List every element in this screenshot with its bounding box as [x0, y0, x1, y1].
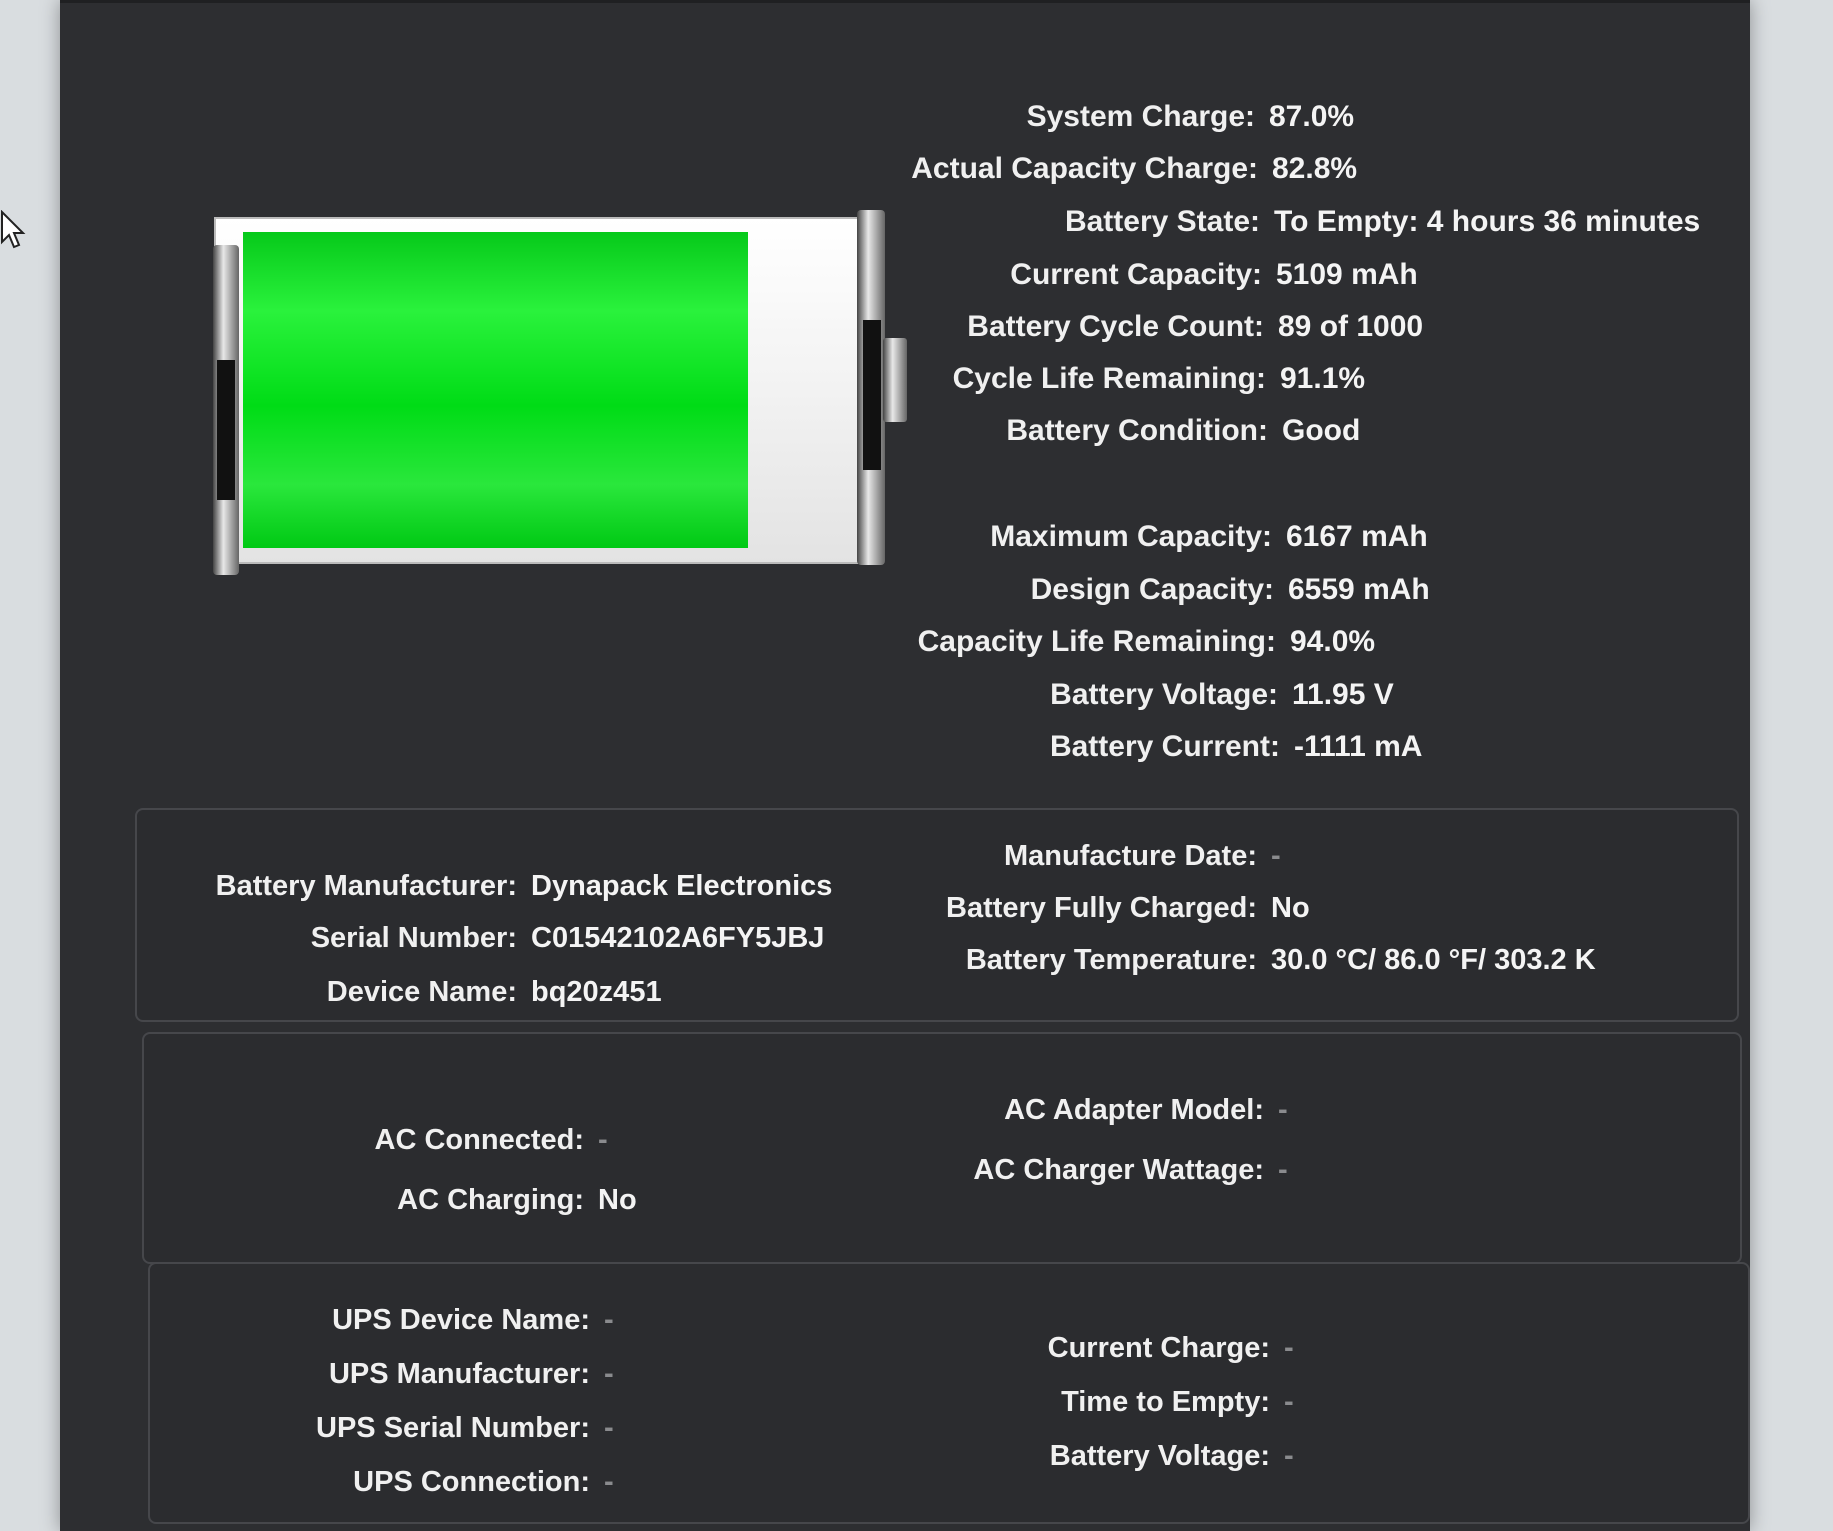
ups-detail-row: Battery Voltage: - [850, 1440, 1294, 1473]
ups-detail-row: UPS Device Name: - [190, 1304, 614, 1337]
battery-detail-row-label: Battery Fully Charged: [946, 892, 1257, 924]
summary-row-label: System Charge: [1026, 100, 1255, 133]
ac-detail-row-label: AC Charging: [397, 1184, 584, 1216]
capacity-row-value: 11.95 V [1292, 678, 1394, 711]
ups-detail-row: UPS Manufacturer: - [190, 1358, 614, 1391]
summary-row: Cycle Life Remaining: 91.1% [766, 362, 1365, 396]
summary-row-value: 91.1% [1280, 362, 1366, 395]
summary-row-value: 82.8% [1272, 152, 1358, 185]
capacity-row: Design Capacity: 6559 mAh [774, 573, 1430, 607]
battery-detail-row: Device Name: bq20z451 [157, 976, 662, 1009]
ac-detail-row-label: AC Connected: [374, 1124, 584, 1156]
ac-detail-row-value: - [1278, 1154, 1288, 1186]
summary-row-label: Actual Capacity Charge: [911, 152, 1258, 185]
ups-panel: UPS Device Name: - UPS Manufacturer: - UPS S… [148, 1262, 1750, 1524]
capacity-row-value: 6559 mAh [1288, 573, 1430, 606]
battery-details-panel: Battery Manufacturer: Dynapack Electronic… [135, 808, 1739, 1022]
summary-row-value: To Empty: 4 hours 36 minutes [1274, 205, 1701, 238]
capacity-row: Battery Voltage: 11.95 V [778, 678, 1394, 712]
summary-row: Current Capacity: 5109 mAh [762, 258, 1418, 292]
battery-detail-row-value: C01542102A6FY5JBJ [531, 922, 825, 954]
ac-detail-row-label: AC Charger Wattage: [973, 1154, 1264, 1186]
ac-detail-row-value: No [598, 1184, 637, 1216]
summary-row: Actual Capacity Charge: 82.8% [758, 152, 1357, 186]
capacity-row-value: -1111 mA [1294, 730, 1423, 763]
ac-detail-row: AC Adapter Model: - [844, 1094, 1288, 1127]
summary-row-label: Battery State: [1064, 205, 1260, 238]
ups-detail-row-label: UPS Device Name: [332, 1304, 590, 1336]
ac-detail-row-label: AC Adapter Model: [1004, 1094, 1264, 1126]
battery-detail-row-value: No [1271, 892, 1310, 924]
mouse-pointer-icon [0, 209, 26, 255]
ups-detail-row: Time to Empty: - [850, 1386, 1294, 1419]
ac-detail-row: AC Connected: - [224, 1124, 608, 1157]
ups-detail-row: UPS Serial Number: - [190, 1412, 614, 1445]
capacity-row: Maximum Capacity: 6167 mAh [772, 520, 1428, 554]
summary-row-value: 87.0% [1269, 100, 1355, 133]
summary-row-label: Cycle Life Remaining: [952, 362, 1266, 395]
ups-detail-row-value: - [1284, 1332, 1294, 1364]
ups-detail-row-value: - [1284, 1386, 1294, 1418]
battery-detail-row-label: Serial Number: [310, 922, 517, 954]
ups-detail-row-label: UPS Serial Number: [316, 1412, 590, 1444]
ups-detail-row-label: UPS Connection: [353, 1466, 590, 1498]
summary-row: Battery Condition: Good [768, 414, 1360, 448]
capacity-row: Battery Current: -1111 mA [780, 730, 1422, 764]
ac-detail-row-value: - [1278, 1094, 1288, 1126]
capacity-row-label: Battery Current: [1049, 730, 1280, 763]
summary-row: System Charge: 87.0% [755, 100, 1355, 134]
ac-detail-row-value: - [598, 1124, 608, 1156]
ups-detail-row-label: Battery Voltage: [1049, 1440, 1270, 1472]
battery-detail-row-value: bq20z451 [531, 976, 662, 1008]
summary-row: Battery Cycle Count: 89 of 1000 [764, 310, 1423, 344]
ups-detail-row: Current Charge: - [850, 1332, 1294, 1365]
battery-info-window: System Charge: 87.0% Actual Capacity Charg… [60, 0, 1750, 1531]
ups-detail-row-value: - [1284, 1440, 1294, 1472]
ac-power-panel: AC Connected: - AC Charging: No AC Adapter M… [142, 1032, 1742, 1264]
summary-row-label: Current Capacity: [1010, 258, 1262, 291]
ac-detail-row: AC Charger Wattage: - [844, 1154, 1288, 1187]
capacity-row-value: 94.0% [1290, 625, 1376, 658]
summary-row-value: 5109 mAh [1276, 258, 1418, 291]
summary-row: Battery State: To Empty: 4 hours 36 minut… [760, 205, 1700, 239]
ups-detail-row-value: - [604, 1304, 614, 1336]
battery-detail-row-label: Battery Temperature: [965, 944, 1257, 976]
battery-detail-row: Battery Temperature: 30.0 °C/ 86.0 °F/ 30… [837, 944, 1596, 977]
ups-detail-row: UPS Connection: - [190, 1466, 614, 1499]
battery-charge-fill [243, 232, 748, 548]
ups-detail-row-value: - [604, 1358, 614, 1390]
capacity-row-label: Battery Voltage: [1050, 678, 1278, 711]
ups-detail-row-value: - [604, 1412, 614, 1444]
battery-detail-row-label: Battery Manufacturer: [215, 870, 517, 902]
battery-detail-row-label: Device Name: [326, 976, 517, 1008]
battery-detail-row: Battery Manufacturer: Dynapack Electronic… [157, 870, 833, 903]
battery-detail-row-value: Dynapack Electronics [531, 870, 833, 902]
battery-detail-row: Serial Number: C01542102A6FY5JBJ [157, 922, 825, 955]
battery-detail-row-value: 30.0 °C/ 86.0 °F/ 303.2 K [1271, 944, 1596, 976]
window-top-edge [60, 0, 1750, 3]
capacity-row: Capacity Life Remaining: 94.0% [776, 625, 1375, 659]
battery-detail-row-label: Manufacture Date: [1004, 840, 1257, 872]
ups-detail-row-label: Current Charge: [1047, 1332, 1270, 1364]
battery-detail-row: Battery Fully Charged: No [837, 892, 1310, 925]
summary-row-label: Battery Condition: [1006, 414, 1268, 447]
ups-detail-row-label: Time to Empty: [1061, 1386, 1270, 1418]
capacity-row-label: Maximum Capacity: [990, 520, 1272, 553]
summary-row-value: Good [1282, 414, 1361, 447]
ups-detail-row-value: - [604, 1466, 614, 1498]
capacity-row-value: 6167 mAh [1286, 520, 1428, 553]
ups-detail-row-label: UPS Manufacturer: [328, 1358, 590, 1390]
battery-detail-row-value: - [1271, 840, 1281, 872]
summary-row-label: Battery Cycle Count: [967, 310, 1264, 343]
ac-detail-row: AC Charging: No [224, 1184, 637, 1217]
capacity-row-label: Capacity Life Remaining: [917, 625, 1276, 658]
battery-detail-row: Manufacture Date: - [837, 840, 1281, 873]
summary-row-value: 89 of 1000 [1278, 310, 1424, 343]
capacity-row-label: Design Capacity: [1030, 573, 1274, 606]
